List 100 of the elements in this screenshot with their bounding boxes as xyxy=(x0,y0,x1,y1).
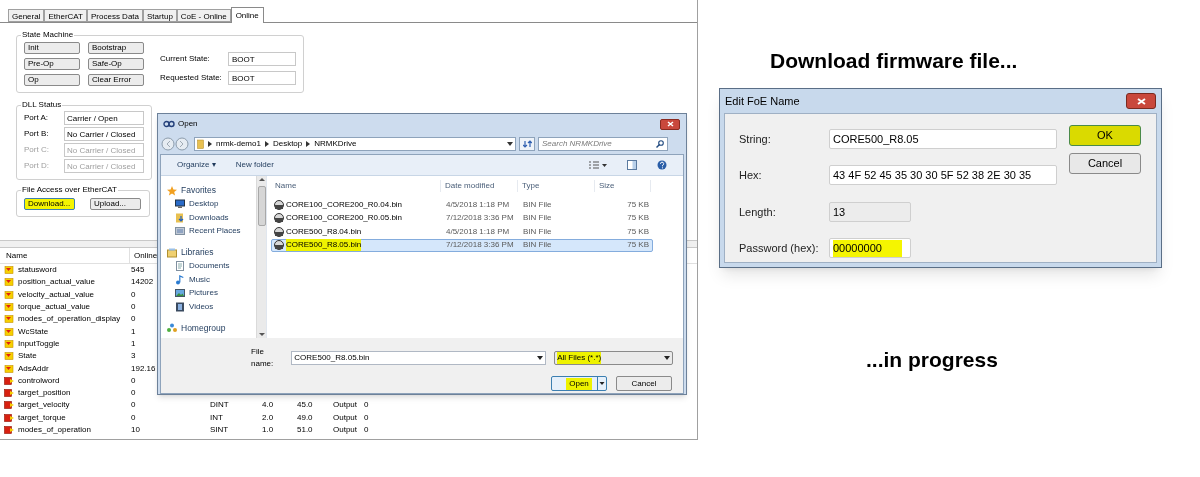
file-name-field[interactable]: CORE500_R8.05.bin xyxy=(291,351,547,365)
table-cell: 0 xyxy=(131,288,136,301)
variable-name: target_velocity xyxy=(18,399,70,412)
folder-icon xyxy=(197,139,204,149)
table-cell-text: 7/12/2018 3:36 PM xyxy=(445,239,515,252)
variable-name: WcState xyxy=(18,325,49,338)
table-cell-text: BIN File xyxy=(522,239,553,252)
port-label: Port D: xyxy=(24,160,50,172)
toolbar-button[interactable]: Organize ▾ xyxy=(177,159,216,171)
input-field[interactable]: 43 4F 52 45 35 30 30 5F 52 38 2E 30 35 xyxy=(829,165,1057,186)
file-row[interactable]: CORE100_CORE200_R0.04.bin 4/5/2018 1:18 PM BIN File 75 KB xyxy=(271,198,653,212)
caret-icon xyxy=(507,142,513,146)
table-cell: 1 xyxy=(131,325,136,338)
column-header[interactable]: Size xyxy=(595,180,651,192)
button[interactable]: Cancel xyxy=(1069,153,1141,174)
table-cell-text: BIN File xyxy=(522,212,553,225)
nav-item[interactable]: Libraries xyxy=(181,246,214,260)
nav-item[interactable]: Recent Places xyxy=(189,225,241,238)
homegroup-icon xyxy=(167,323,177,334)
table-cell-text: 0 xyxy=(364,411,370,424)
state-field: BOOT xyxy=(228,51,296,66)
file-row[interactable]: CORE500_R8.04.bin 4/5/2018 1:18 PM BIN File 75 KB xyxy=(271,225,653,239)
button[interactable]: Op xyxy=(24,74,80,86)
table-cell-text: 75 KB xyxy=(626,239,650,252)
input-variable-icon xyxy=(4,339,15,348)
nav-item[interactable]: Desktop xyxy=(189,198,219,211)
table-cell: 0 xyxy=(131,399,136,412)
label: Requested State: xyxy=(160,71,223,84)
scrollbar[interactable] xyxy=(256,176,266,338)
button[interactable]: Bootstrap xyxy=(88,42,144,54)
refresh-button[interactable] xyxy=(519,137,535,151)
toolbar-button[interactable]: New folder xyxy=(235,159,274,171)
variable-name: torque_actual_value xyxy=(18,301,91,314)
nav-item[interactable]: Videos xyxy=(189,300,214,313)
button[interactable]: Download... xyxy=(24,198,75,210)
scrollbar-thumb[interactable] xyxy=(257,186,266,226)
search-field[interactable]: Search NRMKDrive xyxy=(538,137,668,151)
column-header[interactable]: Type xyxy=(518,180,595,192)
file-row[interactable]: CORE100_CORE200_R0.05.bin 7/12/2018 3:36 PM BIN File 75 KB xyxy=(271,211,653,225)
input-field[interactable]: 00000000 xyxy=(829,238,911,259)
input-variable-icon xyxy=(4,278,15,287)
nav-item[interactable]: Music xyxy=(189,273,210,286)
input-variable-icon xyxy=(4,327,15,336)
table-cell: 0 xyxy=(131,301,136,314)
breadcrumb-item[interactable]: NRMKDrive xyxy=(314,138,357,150)
help-icon xyxy=(657,160,667,170)
download-folder-icon xyxy=(175,212,185,223)
table-cell-text: 4.0 xyxy=(262,399,275,412)
group-title: State Machine xyxy=(21,29,75,41)
column-header[interactable]: Name xyxy=(0,248,130,263)
button[interactable]: Pre-Op xyxy=(24,58,80,70)
table-cell-text: 7/12/2018 3:36 PM xyxy=(445,212,515,225)
output-variable-icon xyxy=(4,376,15,385)
caret-icon xyxy=(537,356,544,360)
tab[interactable]: General xyxy=(8,9,45,22)
view-icon xyxy=(589,161,607,169)
table-cell-text: BIN File xyxy=(522,225,553,238)
chevron-icon xyxy=(264,141,269,147)
placeholder: Search NRMKDrive xyxy=(542,138,613,150)
nav-item[interactable]: Documents xyxy=(189,260,230,273)
button[interactable]: Init xyxy=(24,42,80,54)
button[interactable]: Upload... xyxy=(90,198,141,210)
breadcrumb-item[interactable]: Desktop xyxy=(272,138,303,150)
app-icon xyxy=(163,120,175,128)
caret-icon xyxy=(664,356,670,360)
tab[interactable]: EtherCAT xyxy=(44,9,87,22)
button[interactable]: Safe-Op xyxy=(88,58,144,70)
output-variable-icon xyxy=(4,389,15,398)
nav-item[interactable]: Pictures xyxy=(189,287,218,300)
address-bar[interactable]: nrmk-demo1 Desktop NRMKDrive xyxy=(194,137,516,151)
chevron-icon xyxy=(306,141,311,147)
search-icon xyxy=(656,140,664,148)
button[interactable]: Cancel xyxy=(616,376,672,391)
column-header[interactable]: Date modified xyxy=(441,180,518,192)
nav-item[interactable]: Favorites xyxy=(181,184,216,198)
variable-name: target_position xyxy=(18,387,71,400)
button[interactable]: Open xyxy=(551,376,607,391)
button[interactable]: Clear Error xyxy=(88,74,144,86)
nav-item[interactable]: Downloads xyxy=(189,211,229,224)
table-cell: 0 xyxy=(131,374,136,387)
nav-item[interactable]: Homegroup xyxy=(181,321,226,335)
variable-name: target_torque xyxy=(18,411,66,424)
table-cell-text: 0 xyxy=(364,399,370,412)
column-header[interactable]: Name xyxy=(271,180,441,192)
breadcrumb-item[interactable]: nrmk-demo1 xyxy=(216,138,261,150)
split-caret-icon xyxy=(597,377,606,390)
input-field[interactable]: CORE500_R8.05 xyxy=(829,128,1057,149)
file-row[interactable]: CORE500_R8.05.bin 7/12/2018 3:36 PM BIN File 75 KB xyxy=(271,238,653,252)
tab[interactable]: Startup xyxy=(143,9,177,22)
tab[interactable]: Online xyxy=(230,7,264,23)
preview-pane-icon xyxy=(627,160,637,170)
tab[interactable]: Process Data xyxy=(87,9,144,22)
output-variable-icon xyxy=(4,413,15,422)
tab[interactable]: CoE - Online xyxy=(176,9,231,22)
chevron-icon xyxy=(208,141,212,147)
table-cell-text: 51.0 xyxy=(297,424,314,436)
close-button[interactable] xyxy=(660,118,680,130)
close-button[interactable] xyxy=(1126,93,1156,109)
button[interactable]: OK xyxy=(1069,125,1141,146)
file-type-dropdown[interactable]: All Files (*.*) xyxy=(554,351,673,365)
